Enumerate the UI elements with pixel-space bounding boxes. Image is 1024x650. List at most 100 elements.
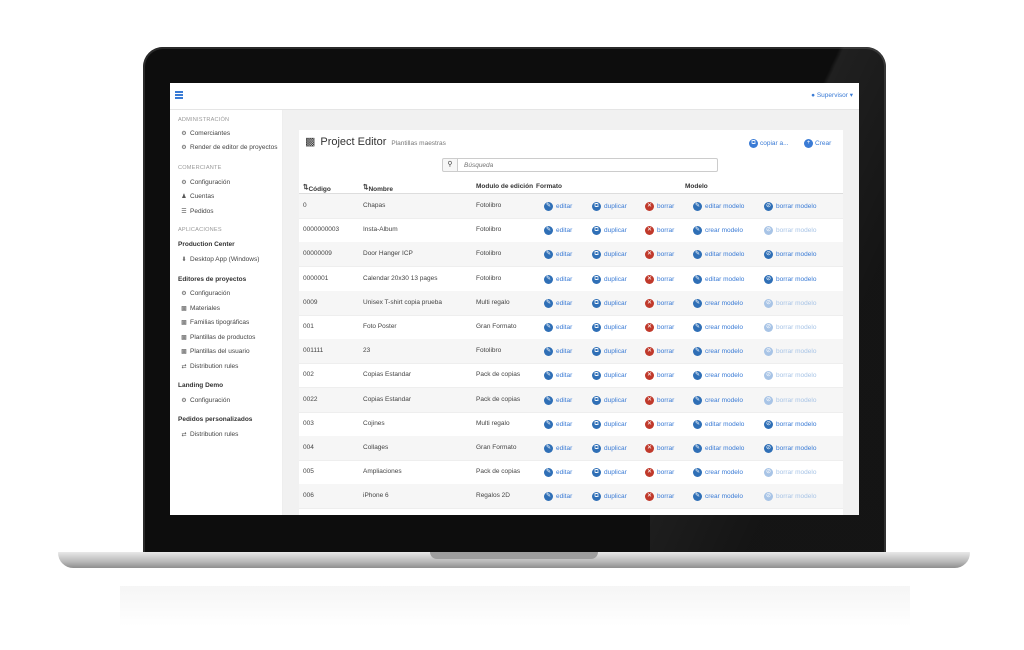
edit-model-button[interactable]: ✎ editar modelo (693, 444, 744, 453)
delete-button[interactable]: ✕ borrar (645, 444, 674, 453)
edit-model-button[interactable]: ✎ editar modelo (693, 419, 744, 429)
delete-button[interactable]: ✕ borrar (645, 419, 674, 429)
delete-button[interactable]: ✕ borrar (645, 323, 674, 332)
delete-button[interactable]: ✕ borrar (645, 468, 674, 478)
duplicate-button[interactable]: ⧉ duplicar (592, 468, 627, 478)
duplicate-button[interactable]: ⧉ duplicar (592, 492, 627, 502)
sidebar-item-distribution-rules[interactable]: ⇄ Distribution rules (181, 431, 238, 438)
action-label: editar modelo (705, 203, 745, 211)
sort-name-header[interactable]: ⇅ Nombre (363, 183, 393, 193)
duplicate-button[interactable]: ⧉ duplicar (592, 371, 627, 381)
duplicate-button[interactable]: ⧉ duplicar (592, 298, 627, 308)
action-label: duplicar (604, 227, 627, 235)
create-model-button[interactable]: ✎ crear modelo (693, 492, 743, 502)
delete-model-button[interactable]: ⊘ borrar modelo (764, 492, 816, 502)
duplicate-button[interactable]: ⧉ duplicar (592, 347, 627, 357)
delete-button[interactable]: ✕ borrar (645, 202, 674, 211)
delete-model-button[interactable]: ⊘ borrar modelo (764, 419, 816, 429)
duplicate-button[interactable]: ⧉ duplicar (592, 226, 627, 236)
edit-button[interactable]: ✎ editar (544, 202, 572, 211)
search-icon[interactable]: ⚲ (442, 158, 458, 172)
delete-model-button[interactable]: ⊘ borrar modelo (764, 395, 816, 405)
sidebar-item-pedidos[interactable]: ☰ Pedidos (181, 208, 213, 215)
delete-model-button[interactable]: ⊘ borrar modelo (764, 250, 816, 260)
copy-to-button[interactable]: ⧉ copiar a... (749, 139, 789, 148)
create-model-button[interactable]: ✎ crear modelo (693, 298, 743, 308)
duplicate-button[interactable]: ⧉ duplicar (592, 419, 627, 429)
sidebar-item-configuracion[interactable]: ⚙ Configuración (181, 290, 230, 297)
pencil-icon: ✎ (693, 347, 702, 357)
delete-model-button[interactable]: ⊘ borrar modelo (764, 274, 816, 284)
edit-button[interactable]: ✎ editar (544, 468, 573, 478)
sort-code-header[interactable]: ⇅ Código (303, 183, 331, 193)
duplicate-button[interactable]: ⧉ duplicar (592, 323, 627, 332)
edit-button[interactable]: ✎ editar (544, 250, 572, 260)
edit-model-button[interactable]: ✎ editar modelo (693, 250, 744, 260)
edit-model-button[interactable]: ✎ editar modelo (693, 274, 744, 284)
action-label: editar (556, 469, 573, 477)
sidebar-item-configuracion[interactable]: ⚙ Configuración (181, 397, 230, 404)
sidebar-item-distribution-rules[interactable]: ⇄ Distribution rules (181, 363, 238, 370)
sidebar-item-render-editor[interactable]: ⚙ Render de editor de proyectos (181, 144, 277, 151)
edit-button[interactable]: ✎ editar (544, 371, 572, 381)
delete-model-button[interactable]: ⊘ borrar modelo (764, 202, 816, 211)
duplicate-button[interactable]: ⧉ duplicar (592, 274, 627, 284)
delete-button[interactable]: ✕ borrar (645, 298, 674, 308)
delete-button[interactable]: ✕ borrar (645, 347, 674, 357)
delete-button[interactable]: ✕ borrar (645, 226, 674, 236)
sidebar-item-comerciantes[interactable]: ⚙ Comerciantes (181, 130, 230, 137)
edit-button[interactable]: ✎ editar (544, 347, 572, 357)
delete-model-button[interactable]: ⊘ borrar modelo (764, 444, 816, 453)
delete-button[interactable]: ✕ borrar (645, 492, 674, 502)
delete-button[interactable]: ✕ borrar (645, 395, 674, 405)
cell-module: Multi regalo (476, 298, 510, 306)
sidebar-item-plantillas-productos[interactable]: ▩ Plantillas de productos (181, 334, 255, 341)
create-button[interactable]: + Crear (804, 139, 831, 148)
delete-button[interactable]: ✕ borrar (645, 274, 674, 284)
sidebar-item-materiales[interactable]: ▩ Materiales (181, 305, 220, 312)
edit-model-button[interactable]: ✎ editar modelo (693, 202, 744, 211)
duplicate-button[interactable]: ⧉ duplicar (592, 202, 627, 211)
copy-icon: ⧉ (592, 468, 601, 478)
table-row: 005 Ampliaciones Pack de copias ✎ editar ⧉ dup… (299, 460, 843, 486)
delete-model-button[interactable]: ⊘ borrar modelo (764, 298, 816, 308)
duplicate-button[interactable]: ⧉ duplicar (592, 444, 627, 453)
copy-icon: ⧉ (592, 250, 601, 260)
user-menu[interactable]: ● Supervisor ▾ (811, 91, 853, 99)
create-model-button[interactable]: ✎ crear modelo (693, 347, 743, 357)
delete-model-button[interactable]: ⊘ borrar modelo (764, 226, 816, 236)
sidebar-item-familias[interactable]: ▩ Familias tipográficas (181, 319, 249, 326)
sidebar-item-plantillas-usuario[interactable]: ▩ Plantillas del usuario (181, 348, 249, 355)
edit-button[interactable]: ✎ editar (544, 444, 572, 453)
sidebar-item-cuentas[interactable]: ♟ Cuentas (181, 193, 214, 200)
copy-icon: ⧉ (592, 298, 601, 308)
duplicate-button[interactable]: ⧉ duplicar (592, 250, 627, 260)
edit-button[interactable]: ✎ editar (544, 298, 572, 308)
create-model-button[interactable]: ✎ crear modelo (693, 323, 743, 332)
delete-model-button[interactable]: ⊘ borrar modelo (764, 347, 816, 357)
delete-button[interactable]: ✕ borrar (645, 371, 674, 381)
edit-button[interactable]: ✎ editar (544, 226, 572, 236)
create-model-button[interactable]: ✎ crear modelo (693, 395, 743, 405)
hamburger-menu-icon[interactable] (175, 91, 183, 99)
edit-button[interactable]: ✎ editar (544, 419, 572, 429)
duplicate-button[interactable]: ⧉ duplicar (592, 395, 627, 405)
edit-button[interactable]: ✎ editar (544, 492, 573, 502)
pencil-icon: ✎ (544, 492, 553, 502)
create-model-button[interactable]: ✎ crear modelo (693, 226, 743, 236)
sidebar-item-desktop-app[interactable]: ⬇ Desktop App (Windows) (181, 256, 259, 263)
delete-model-button[interactable]: ⊘ borrar modelo (764, 323, 816, 332)
delete-model-button[interactable]: ⊘ borrar modelo (764, 371, 816, 381)
create-model-button[interactable]: ✎ crear modelo (693, 371, 743, 381)
create-model-button[interactable]: ✎ crear modelo (693, 468, 743, 478)
action-label: duplicar (604, 348, 627, 356)
sidebar-item-configuracion[interactable]: ⚙ Configuración (181, 179, 230, 186)
edit-button[interactable]: ✎ editar (544, 274, 572, 284)
search-input[interactable] (457, 158, 718, 172)
edit-button[interactable]: ✎ editar (544, 323, 572, 332)
action-label: editar (556, 493, 573, 501)
cell-name: Cojines (363, 419, 385, 427)
delete-button[interactable]: ✕ borrar (645, 250, 674, 260)
edit-button[interactable]: ✎ editar (544, 395, 572, 405)
delete-model-button[interactable]: ⊘ borrar modelo (764, 468, 816, 478)
